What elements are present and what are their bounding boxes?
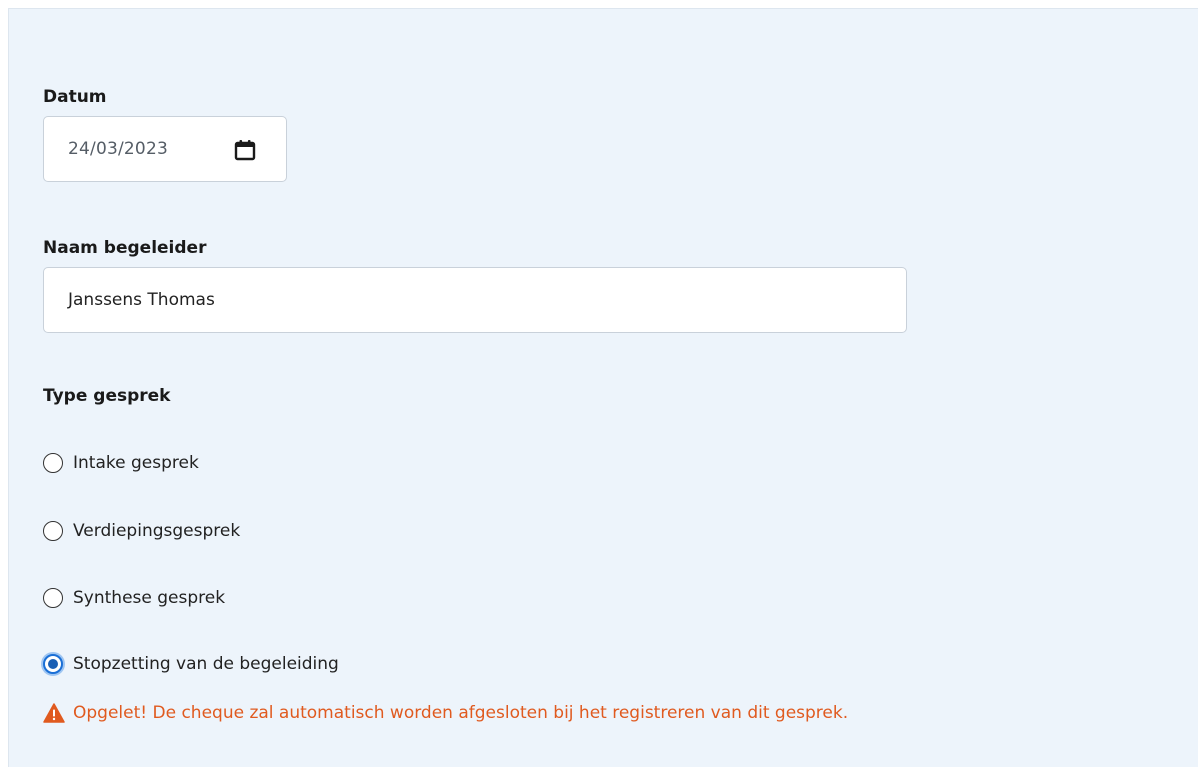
- radio-label[interactable]: Synthese gesprek: [73, 588, 225, 608]
- name-input[interactable]: Janssens Thomas: [43, 267, 907, 333]
- date-value[interactable]: 24/03/2023: [68, 139, 168, 159]
- warning-text: Opgelet! De cheque zal automatisch worde…: [73, 703, 849, 723]
- radio-button[interactable]: [43, 453, 63, 473]
- type-label: Type gesprek: [43, 386, 171, 406]
- warning-triangle-icon: [43, 703, 65, 723]
- calendar-icon[interactable]: [233, 138, 257, 162]
- radio-button[interactable]: [43, 588, 63, 608]
- radio-button[interactable]: [43, 521, 63, 541]
- radio-label[interactable]: Verdiepingsgesprek: [73, 521, 240, 541]
- form-panel: Datum 24/03/2023 Naam begeleider Janssen…: [8, 8, 1198, 767]
- name-label: Naam begeleider: [43, 238, 207, 258]
- radio-button-selected[interactable]: [43, 654, 63, 674]
- radio-option-synthese[interactable]: Synthese gesprek: [43, 588, 225, 608]
- radio-option-intake[interactable]: Intake gesprek: [43, 453, 199, 473]
- date-input[interactable]: 24/03/2023: [43, 116, 287, 182]
- date-label: Datum: [43, 87, 107, 107]
- radio-label[interactable]: Stopzetting van de begeleiding: [73, 654, 339, 674]
- radio-option-verdieping[interactable]: Verdiepingsgesprek: [43, 521, 240, 541]
- warning-message: Opgelet! De cheque zal automatisch worde…: [43, 703, 848, 723]
- radio-label[interactable]: Intake gesprek: [73, 453, 199, 473]
- radio-option-stopzetting[interactable]: Stopzetting van de begeleiding: [43, 654, 339, 674]
